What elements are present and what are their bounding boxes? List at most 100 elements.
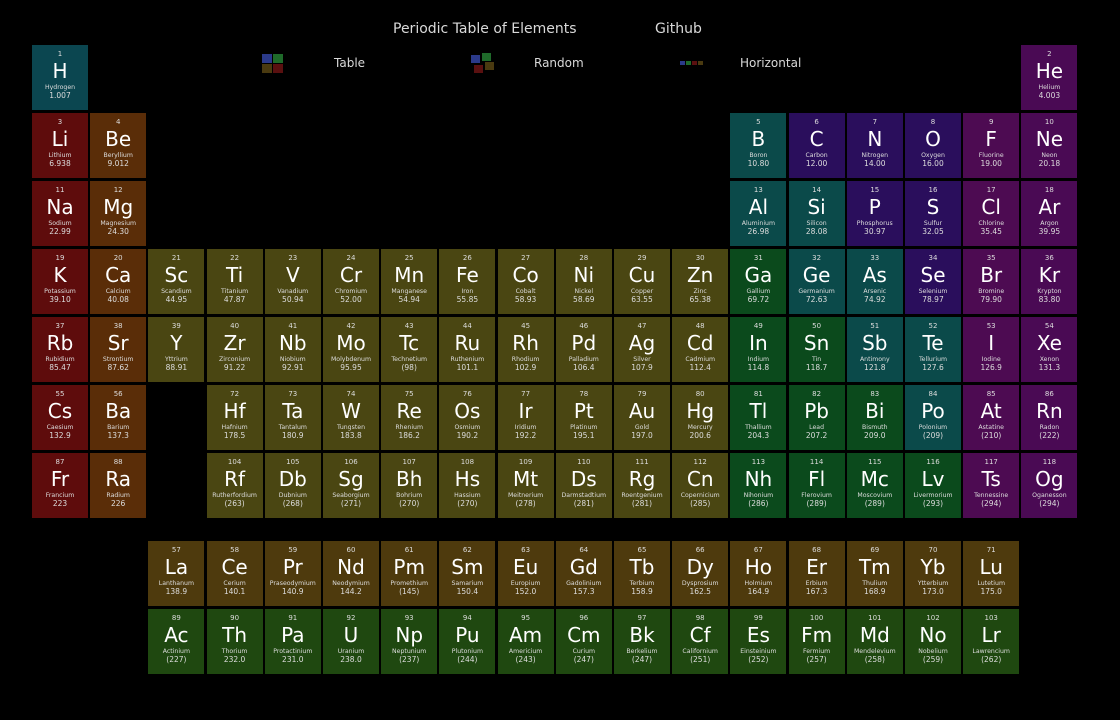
element-cell-n[interactable]: 7 N Nitrogen 14.00 xyxy=(846,113,903,178)
element-cell-kr[interactable]: 36 Kr Krypton 83.80 xyxy=(1021,249,1078,314)
horizontal-view-button[interactable]: Horizontal xyxy=(678,52,801,76)
element-cell-ar[interactable]: 18 Ar Argon 39.95 xyxy=(1021,181,1078,246)
element-cell-fl[interactable]: 114 Fl Flerovium (289) xyxy=(788,453,845,518)
element-cell-fm[interactable]: 100 Fm Fermium (257) xyxy=(788,609,845,674)
github-link[interactable]: Github xyxy=(655,21,702,37)
element-cell-he[interactable]: 2 He Helium 4.003 xyxy=(1021,45,1078,110)
element-cell-ho[interactable]: 67 Ho Holmium 164.9 xyxy=(730,541,787,606)
element-cell-sr[interactable]: 38 Sr Strontium 87.62 xyxy=(90,317,147,382)
element-cell-rb[interactable]: 37 Rb Rubidium 85.47 xyxy=(32,317,88,382)
table-view-button[interactable]: Table xyxy=(260,52,365,76)
element-cell-be[interactable]: 4 Be Beryllium 9.012 xyxy=(90,113,147,178)
element-cell-bh[interactable]: 107 Bh Bohrium (270) xyxy=(381,453,438,518)
element-cell-se[interactable]: 34 Se Selenium 78.97 xyxy=(905,249,961,314)
element-cell-li[interactable]: 3 Li Lithium 6.938 xyxy=(32,113,88,178)
element-cell-ce[interactable]: 58 Ce Cerium 140.1 xyxy=(206,541,263,606)
element-cell-mg[interactable]: 12 Mg Magnesium 24.30 xyxy=(90,181,147,246)
element-cell-pr[interactable]: 59 Pr Praseodymium 140.9 xyxy=(264,541,321,606)
element-cell-f[interactable]: 9 F Fluorine 19.00 xyxy=(963,113,1020,178)
element-cell-ts[interactable]: 117 Ts Tennessine (294) xyxy=(963,453,1020,518)
page-title[interactable]: Periodic Table of Elements xyxy=(393,21,577,37)
element-cell-co[interactable]: 27 Co Cobalt 58.93 xyxy=(497,249,554,314)
element-cell-cl[interactable]: 17 Cl Chlorine 35.45 xyxy=(963,181,1020,246)
element-cell-eu[interactable]: 63 Eu Europium 152.0 xyxy=(497,541,554,606)
element-cell-ti[interactable]: 22 Ti Titanium 47.87 xyxy=(206,249,263,314)
element-cell-u[interactable]: 92 U Uranium 238.0 xyxy=(323,609,379,674)
element-cell-mc[interactable]: 115 Mc Moscovium (289) xyxy=(846,453,903,518)
element-cell-pt[interactable]: 78 Pt Platinum 195.1 xyxy=(555,385,612,450)
random-view-button[interactable]: Random xyxy=(470,52,584,76)
element-cell-cm[interactable]: 96 Cm Curium (247) xyxy=(555,609,612,674)
element-cell-yb[interactable]: 70 Yb Ytterbium 173.0 xyxy=(905,541,961,606)
element-cell-sg[interactable]: 106 Sg Seaborgium (271) xyxy=(323,453,379,518)
element-cell-pm[interactable]: 61 Pm Promethium (145) xyxy=(381,541,438,606)
element-cell-mn[interactable]: 25 Mn Manganese 54.94 xyxy=(381,249,438,314)
element-cell-at[interactable]: 85 At Astatine (210) xyxy=(963,385,1020,450)
element-cell-lu[interactable]: 71 Lu Lutetium 175.0 xyxy=(963,541,1020,606)
element-cell-bi[interactable]: 83 Bi Bismuth 209.0 xyxy=(846,385,903,450)
element-cell-k[interactable]: 19 K Potassium 39.10 xyxy=(32,249,88,314)
element-cell-y[interactable]: 39 Y Yttrium 88.91 xyxy=(148,317,205,382)
element-cell-hf[interactable]: 72 Hf Hafnium 178.5 xyxy=(206,385,263,450)
element-cell-lr[interactable]: 103 Lr Lawrencium (262) xyxy=(963,609,1020,674)
element-cell-ag[interactable]: 47 Ag Silver 107.9 xyxy=(614,317,670,382)
element-cell-al[interactable]: 13 Al Aluminium 26.98 xyxy=(730,181,787,246)
element-cell-cs[interactable]: 55 Cs Caesium 132.9 xyxy=(32,385,88,450)
element-cell-cr[interactable]: 24 Cr Chromium 52.00 xyxy=(323,249,379,314)
element-cell-fr[interactable]: 87 Fr Francium 223 xyxy=(32,453,88,518)
element-cell-br[interactable]: 35 Br Bromine 79.90 xyxy=(963,249,1020,314)
element-cell-te[interactable]: 52 Te Tellurium 127.6 xyxy=(905,317,961,382)
element-cell-er[interactable]: 68 Er Erbium 167.3 xyxy=(788,541,845,606)
element-cell-si[interactable]: 14 Si Silicon 28.08 xyxy=(788,181,845,246)
element-cell-mt[interactable]: 109 Mt Meitnerium (278) xyxy=(497,453,554,518)
element-cell-ra[interactable]: 88 Ra Radium 226 xyxy=(90,453,147,518)
element-cell-tl[interactable]: 81 Tl Thallium 204.3 xyxy=(730,385,787,450)
element-cell-po[interactable]: 84 Po Polonium (209) xyxy=(905,385,961,450)
element-cell-cu[interactable]: 29 Cu Copper 63.55 xyxy=(614,249,670,314)
element-cell-og[interactable]: 118 Og Oganesson (294) xyxy=(1021,453,1078,518)
element-cell-tm[interactable]: 69 Tm Thulium 168.9 xyxy=(846,541,903,606)
element-cell-os[interactable]: 76 Os Osmium 190.2 xyxy=(439,385,496,450)
element-cell-h[interactable]: 1 H Hydrogen 1.007 xyxy=(32,45,88,110)
element-cell-nb[interactable]: 41 Nb Niobium 92.91 xyxy=(264,317,321,382)
element-cell-cf[interactable]: 98 Cf Californium (251) xyxy=(672,609,729,674)
element-cell-zr[interactable]: 40 Zr Zirconium 91.22 xyxy=(206,317,263,382)
element-cell-am[interactable]: 95 Am Americium (243) xyxy=(497,609,554,674)
element-cell-b[interactable]: 5 B Boron 10.80 xyxy=(730,113,787,178)
element-cell-s[interactable]: 16 S Sulfur 32.05 xyxy=(905,181,961,246)
element-cell-np[interactable]: 93 Np Neptunium (237) xyxy=(381,609,438,674)
element-cell-ne[interactable]: 10 Ne Neon 20.18 xyxy=(1021,113,1078,178)
element-cell-re[interactable]: 75 Re Rhenium 186.2 xyxy=(381,385,438,450)
element-cell-xe[interactable]: 54 Xe Xenon 131.3 xyxy=(1021,317,1078,382)
element-cell-o[interactable]: 8 O Oxygen 16.00 xyxy=(905,113,961,178)
element-cell-ru[interactable]: 44 Ru Ruthenium 101.1 xyxy=(439,317,496,382)
element-cell-nh[interactable]: 113 Nh Nihonium (286) xyxy=(730,453,787,518)
element-cell-es[interactable]: 99 Es Einsteinium (252) xyxy=(730,609,787,674)
element-cell-ds[interactable]: 110 Ds Darmstadtium (281) xyxy=(555,453,612,518)
element-cell-hg[interactable]: 80 Hg Mercury 200.6 xyxy=(672,385,729,450)
element-cell-pb[interactable]: 82 Pb Lead 207.2 xyxy=(788,385,845,450)
element-cell-pd[interactable]: 46 Pd Palladium 106.4 xyxy=(555,317,612,382)
element-cell-au[interactable]: 79 Au Gold 197.0 xyxy=(614,385,670,450)
element-cell-bk[interactable]: 97 Bk Berkelium (247) xyxy=(614,609,670,674)
element-cell-nd[interactable]: 60 Nd Neodymium 144.2 xyxy=(323,541,379,606)
element-cell-sc[interactable]: 21 Sc Scandium 44.95 xyxy=(148,249,205,314)
element-cell-ca[interactable]: 20 Ca Calcium 40.08 xyxy=(90,249,147,314)
element-cell-mo[interactable]: 42 Mo Molybdenum 95.95 xyxy=(323,317,379,382)
element-cell-p[interactable]: 15 P Phosphorus 30.97 xyxy=(846,181,903,246)
element-cell-pu[interactable]: 94 Pu Plutonium (244) xyxy=(439,609,496,674)
element-cell-tb[interactable]: 65 Tb Terbium 158.9 xyxy=(614,541,670,606)
element-cell-ge[interactable]: 32 Ge Germanium 72.63 xyxy=(788,249,845,314)
element-cell-i[interactable]: 53 I Iodine 126.9 xyxy=(963,317,1020,382)
element-cell-ir[interactable]: 77 Ir Iridium 192.2 xyxy=(497,385,554,450)
element-cell-ga[interactable]: 31 Ga Gallium 69.72 xyxy=(730,249,787,314)
element-cell-rn[interactable]: 86 Rn Radon (222) xyxy=(1021,385,1078,450)
element-cell-la[interactable]: 57 La Lanthanum 138.9 xyxy=(148,541,205,606)
element-cell-tc[interactable]: 43 Tc Technetium (98) xyxy=(381,317,438,382)
element-cell-rg[interactable]: 111 Rg Roentgenium (281) xyxy=(614,453,670,518)
element-cell-cn[interactable]: 112 Cn Copernicium (285) xyxy=(672,453,729,518)
element-cell-rh[interactable]: 45 Rh Rhodium 102.9 xyxy=(497,317,554,382)
element-cell-w[interactable]: 74 W Tungsten 183.8 xyxy=(323,385,379,450)
element-cell-md[interactable]: 101 Md Mendelevium (258) xyxy=(846,609,903,674)
element-cell-gd[interactable]: 64 Gd Gadolinium 157.3 xyxy=(555,541,612,606)
